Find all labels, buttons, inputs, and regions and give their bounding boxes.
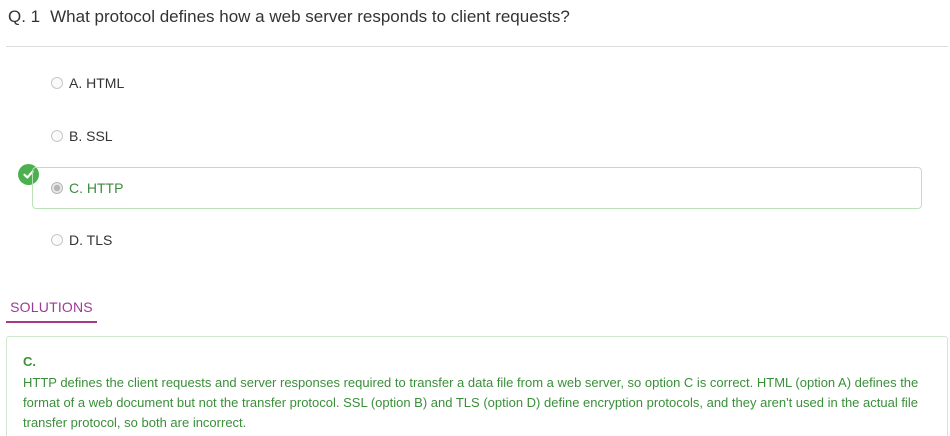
question-number: Q. 1 [8, 7, 41, 26]
option-label: B. SSL [69, 128, 113, 144]
radio-button[interactable] [51, 234, 63, 246]
option-label: A. HTML [69, 75, 125, 91]
option-c[interactable]: C. HTTP [32, 167, 922, 209]
question-text: What protocol defines how a web server r… [50, 7, 570, 26]
radio-button[interactable] [51, 77, 63, 89]
solution-answer: C. [23, 354, 36, 369]
radio-button[interactable] [51, 130, 63, 142]
question-header: Q. 1 What protocol defines how a web ser… [6, 0, 948, 47]
solution-explanation: HTTP defines the client requests and ser… [23, 375, 919, 430]
radio-button[interactable] [51, 182, 63, 194]
option-a[interactable]: A. HTML [32, 62, 922, 104]
solution-panel: C. HTTP defines the client requests and … [6, 336, 948, 436]
option-b[interactable]: B. SSL [32, 115, 922, 157]
option-label: D. TLS [69, 232, 113, 248]
option-d[interactable]: D. TLS [32, 219, 922, 261]
solutions-tab[interactable]: SOLUTIONS [6, 296, 97, 323]
option-label: C. HTTP [69, 180, 124, 196]
